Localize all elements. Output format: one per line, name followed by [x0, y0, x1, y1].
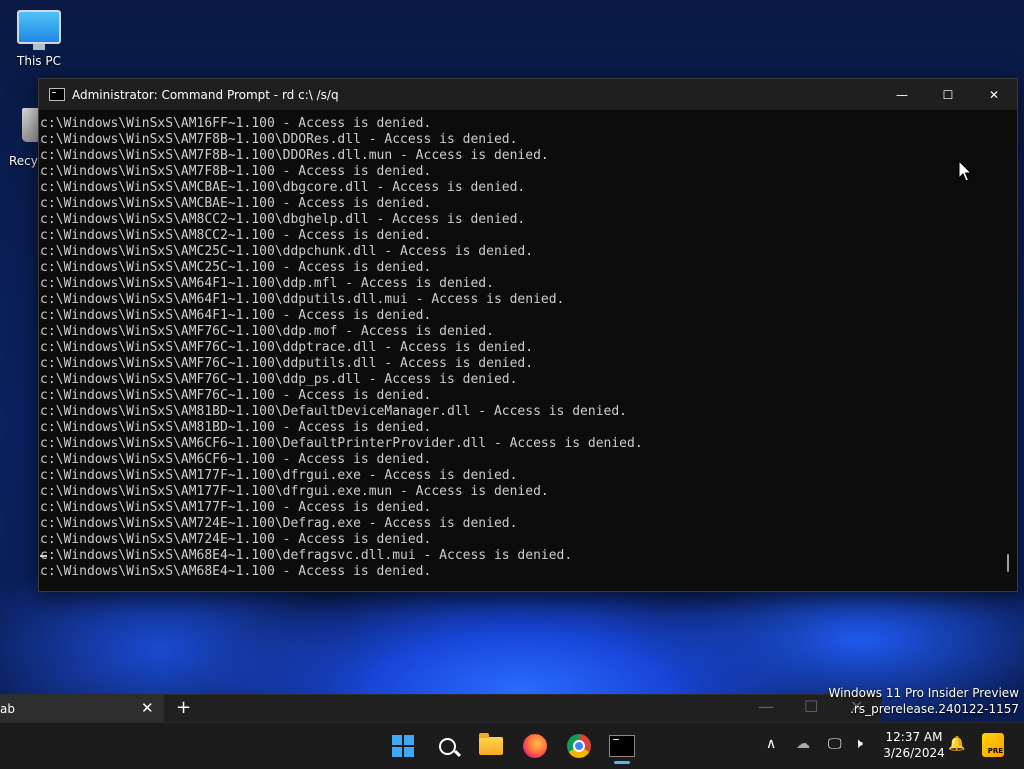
terminal-icon — [609, 735, 635, 757]
console-line: c:\Windows\WinSxS\AM7F8B~1.100\DDORes.dl… — [40, 148, 549, 163]
network-icon[interactable]: 🖵 — [828, 736, 842, 752]
console-line: c:\Windows\WinSxS\AMC25C~1.100\ddpchunk.… — [40, 244, 534, 259]
firefox-icon — [523, 734, 547, 758]
firefox-button[interactable] — [520, 731, 550, 761]
console-line: c:\Windows\WinSxS\AM64F1~1.100\ddp.mfl -… — [40, 276, 494, 291]
start-button[interactable] — [388, 731, 418, 761]
console-line: c:\Windows\WinSxS\AM177F~1.100 - Access … — [40, 500, 432, 515]
console-line: c:\Windows\WinSxS\AMF76C~1.100\ddputils.… — [40, 356, 534, 371]
active-app-indicator — [614, 761, 630, 764]
folder-icon — [479, 733, 503, 755]
console-line: c:\Windows\WinSxS\AM81BD~1.100 - Access … — [40, 420, 432, 435]
this-pc-desktop-icon[interactable]: This PC — [4, 10, 74, 68]
terminal-button[interactable] — [607, 731, 637, 761]
console-line: c:\Windows\WinSxS\AM724E~1.100\Defrag.ex… — [40, 516, 518, 531]
vertical-scrollbar[interactable] — [999, 110, 1017, 591]
console-line: c:\Windows\WinSxS\AM7F8B~1.100\DDORes.dl… — [40, 132, 518, 147]
console-line: c:\Windows\WinSxS\AM8CC2~1.100\dbghelp.d… — [40, 212, 526, 227]
clock-date: 3/26/2024 — [883, 746, 945, 760]
console-line: c:\Windows\WinSxS\AMF76C~1.100 - Access … — [40, 388, 432, 403]
console-line: c:\Windows\WinSxS\AMCBAE~1.100 - Access … — [40, 196, 432, 211]
chrome-button[interactable] — [564, 731, 594, 761]
tab-label: ab — [0, 702, 15, 716]
taskbar: ∧ ☁ 🖵 🕨 12:37 AM 3/26/2024 🔔 PRE — [0, 722, 1024, 769]
watermark-line: .rs_prerelease.240122-1157 — [850, 702, 1019, 716]
console-line: c:\Windows\WinSxS\AMC25C~1.100 - Access … — [40, 260, 432, 275]
console-line: c:\Windows\WinSxS\AMF76C~1.100\ddp_ps.dl… — [40, 372, 518, 387]
window-titlebar[interactable]: Administrator: Command Prompt - rd c:\ /… — [39, 79, 1017, 110]
new-tab-icon[interactable]: + — [176, 697, 191, 718]
console-line: c:\Windows\WinSxS\AMF76C~1.100\ddp.mof -… — [40, 324, 494, 339]
mouse-pointer-icon — [958, 160, 972, 182]
close-icon: ✕ — [988, 87, 1000, 102]
chevron-up-icon[interactable]: ∧ — [766, 736, 776, 752]
insider-watermark: Windows 11 Pro Insider Preview .rs_prere… — [828, 685, 1019, 717]
clock[interactable]: 12:37 AM 3/26/2024 — [880, 729, 948, 761]
terminal-tab-bar[interactable]: ab ✕ + — ☐ ✕ — [0, 694, 882, 723]
search-button[interactable] — [432, 731, 462, 761]
monitor-icon — [17, 10, 61, 50]
maximize-icon[interactable]: ☐ — [804, 697, 818, 716]
command-prompt-icon — [49, 88, 65, 101]
console-line: c:\Windows\WinSxS\AM8CC2~1.100 - Access … — [40, 228, 432, 243]
chrome-icon — [567, 734, 591, 758]
console-line: c:\Windows\WinSxS\AM68E4~1.100 - Access … — [40, 564, 432, 579]
notification-bell-icon[interactable]: 🔔 — [948, 736, 965, 752]
this-pc-label: This PC — [17, 54, 61, 68]
onedrive-cloud-icon[interactable]: ☁ — [796, 736, 810, 752]
minimize-button[interactable]: — — [879, 79, 925, 110]
clock-time: 12:37 AM — [885, 730, 943, 744]
window-title: Administrator: Command Prompt - rd c:\ /… — [72, 87, 339, 102]
console-line: c:\Windows\WinSxS\AM64F1~1.100\ddputils.… — [40, 292, 565, 307]
console-output[interactable]: c:\Windows\WinSxS\AM16FF~1.100 - Access … — [39, 110, 999, 591]
file-explorer-button[interactable] — [476, 731, 506, 761]
console-line: c:\Windows\WinSxS\AM177F~1.100\dfrgui.ex… — [40, 468, 518, 483]
console-line: c:\Windows\WinSxS\AM64F1~1.100 - Access … — [40, 308, 432, 323]
console-line: c:\Windows\WinSxS\AMCBAE~1.100\dbgcore.d… — [40, 180, 526, 195]
minimize-icon[interactable]: — — [758, 697, 774, 716]
tab-close-icon[interactable]: ✕ — [141, 699, 154, 717]
scrollbar-thumb[interactable] — [1007, 554, 1009, 572]
watermark-line: Windows 11 Pro Insider Preview — [828, 686, 1019, 700]
maximize-button[interactable]: ☐ — [925, 79, 971, 110]
maximize-icon: ☐ — [942, 87, 954, 102]
console-line: c:\Windows\WinSxS\AM16FF~1.100 - Access … — [40, 116, 432, 131]
console-line: c:\Windows\WinSxS\AM177F~1.100\dfrgui.ex… — [40, 484, 549, 499]
console-line: c:\Windows\WinSxS\AM81BD~1.100\DefaultDe… — [40, 404, 627, 419]
search-icon — [438, 737, 456, 755]
console-line: c:\Windows\WinSxS\AMF76C~1.100\ddptrace.… — [40, 340, 534, 355]
prerelease-badge-icon[interactable]: PRE — [982, 733, 1004, 757]
close-button[interactable]: ✕ — [971, 79, 1017, 110]
windows-logo-icon — [392, 735, 414, 757]
text-cursor — [40, 555, 47, 557]
console-line: c:\Windows\WinSxS\AM6CF6~1.100 - Access … — [40, 452, 432, 467]
minimize-icon: — — [896, 87, 908, 102]
volume-icon[interactable]: 🕨 — [854, 736, 863, 752]
console-line: c:\Windows\WinSxS\AM724E~1.100 - Access … — [40, 532, 432, 547]
console-line: c:\Windows\WinSxS\AM6CF6~1.100\DefaultPr… — [40, 436, 643, 451]
console-line: c:\Windows\WinSxS\AM7F8B~1.100 - Access … — [40, 164, 432, 179]
console-line: c:\Windows\WinSxS\AM68E4~1.100\defragsvc… — [40, 548, 573, 563]
command-prompt-window[interactable]: Administrator: Command Prompt - rd c:\ /… — [38, 78, 1018, 592]
terminal-tab[interactable]: ab ✕ — [0, 695, 164, 723]
